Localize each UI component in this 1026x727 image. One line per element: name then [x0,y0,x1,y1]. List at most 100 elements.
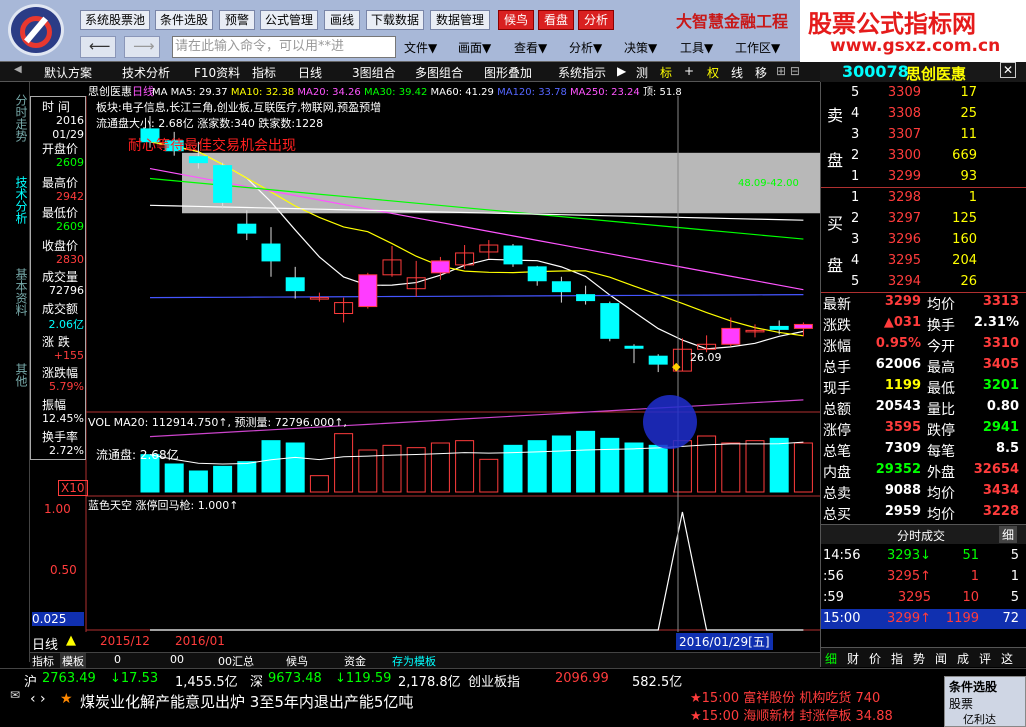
menu-view-screen[interactable]: 画面▼ [458,39,491,56]
news-nav-arrows[interactable]: ‹ › [30,691,46,707]
float-cap-text: 流通盘: 2.68亿 [96,448,179,462]
buy-row[interactable]: 1 3298 1 [821,190,1026,210]
tab-overlay[interactable]: 图形叠加 [484,64,532,81]
bottom-tab-0[interactable]: 指标 [32,653,54,669]
tab-left-arrow-icon[interactable]: ◀ [14,64,22,75]
tick-price: 3293↓ [887,548,931,563]
right-tab-6[interactable]: 成 [957,650,969,667]
right-tab-1[interactable]: 财 [847,650,859,667]
data-manage-button[interactable]: 数据管理 [430,10,490,30]
kline-chart[interactable] [0,82,820,657]
buy-row[interactable]: 2 3297 125 [821,211,1026,231]
formula-manage-button[interactable]: 公式管理 [260,10,318,30]
watermark-title: 股票公式指标网 [808,10,976,38]
analysis-button[interactable]: 分析 [578,10,614,30]
bottom-tab-1[interactable]: 模板 [60,653,86,669]
date-label-2: 2016/01 [175,634,225,648]
download-data-button[interactable]: 下载数据 [366,10,424,30]
bottom-tab-6[interactable]: 资金 [344,653,366,669]
forward-button[interactable]: ⟶ [124,36,160,58]
menu-workspace[interactable]: 工作区▼ [735,39,780,56]
stock-header: 300078 思创医惠 ✕ [820,62,1026,83]
quote-key-2: 今开 [927,339,955,355]
right-tab-0[interactable]: 细 [825,650,837,667]
tab-3-charts[interactable]: 3图组合 [352,64,396,81]
right-tab-3[interactable]: 指 [891,650,903,667]
tab-indicator[interactable]: 指标 [252,64,276,81]
right-tab-2[interactable]: 价 [869,650,881,667]
tab-line[interactable]: 线 [731,64,743,81]
right-tab-8[interactable]: 这 [1001,650,1013,667]
bottom-tab-4[interactable]: 00汇总 [218,653,254,669]
alert-button[interactable]: 预警 [219,10,255,30]
sell-row[interactable]: 5 3309 17 [821,85,1026,105]
tick-volume: 51 [962,548,979,563]
volume-bar [648,444,668,493]
menu-decision[interactable]: 决策▼ [624,39,657,56]
tab-move[interactable]: 移 [755,64,767,81]
app-logo-icon[interactable] [8,4,64,56]
quote-row: 最新 3299 均价 3313 [821,294,1026,314]
tick-detail-button[interactable]: 细 [999,526,1018,543]
right-tab-5[interactable]: 闻 [935,650,947,667]
quote-row: 涨幅 0.95% 今开 3310 [821,336,1026,356]
migrant-bird-button[interactable]: 候鸟 [498,10,534,30]
volume: 93 [960,169,977,184]
sell-row[interactable]: 2 3300 669 [821,148,1026,168]
tab-multi-charts[interactable]: 多图组合 [415,64,463,81]
news-alert-2[interactable]: ★15:00 海顺新材 封涨停板 34.88 [690,705,893,724]
tab-mark[interactable]: 标 [660,64,672,81]
right-tab-4[interactable]: 势 [913,650,925,667]
bottom-tab-5[interactable]: 候鸟 [286,653,308,669]
bottom-tab-2[interactable]: 0 [114,653,121,666]
mail-icon[interactable]: ✉ [10,688,20,702]
tab-f10[interactable]: F10资料 [194,64,240,81]
tab-technical[interactable]: 技术分析 [122,64,170,81]
condition-select-panel[interactable]: 条件选股 股票 亿利达 [944,676,1026,727]
close-icon[interactable]: ✕ [1000,62,1016,78]
sell-row[interactable]: 3 3307 11 [821,127,1026,147]
draw-line-button[interactable]: 画线 [324,10,360,30]
quote-key-2: 换手 [927,318,955,334]
menu-tools[interactable]: 工具▼ [680,39,713,56]
tab-rights[interactable]: 权 [707,64,719,81]
tick-time: 14:56 [823,548,861,563]
tab-system-indicator[interactable]: 系统指示 [558,64,606,81]
tick-count: 5 [1010,548,1019,563]
right-tab-7[interactable]: 评 [979,650,991,667]
candle-body [430,260,450,274]
watch-market-button[interactable]: 看盘 [538,10,574,30]
bottom-tab-7[interactable]: 存为模板 [392,653,436,669]
quote-value: 2959 [884,504,921,519]
sell-row[interactable]: 4 3308 25 [821,106,1026,126]
level: 2 [851,211,860,226]
menu-analysis[interactable]: 分析▼ [569,39,602,56]
candle-body [551,281,571,293]
buy-row[interactable]: 5 3294 26 [821,274,1026,294]
tab-crosshair[interactable]: + [684,64,694,78]
tab-right-arrow-icon[interactable]: ▶ [617,64,626,78]
tab-daily[interactable]: 日线 [298,64,322,81]
command-input[interactable]: 请在此输入命令，可以用**进 [172,36,396,58]
sell-row[interactable]: 1 3299 93 [821,169,1026,189]
bottom-tab-3[interactable]: 00 [170,653,184,666]
layout-icons[interactable]: ⊞ ⊟ [776,64,800,78]
menu-file[interactable]: 文件▼ [404,39,437,56]
buy-row[interactable]: 3 3296 160 [821,232,1026,252]
sh-index: 2763.49 [42,671,96,686]
news-alert-1[interactable]: ★15:00 富祥股份 机构吃货 740 [690,687,880,706]
buy-row[interactable]: 4 3295 204 [821,253,1026,273]
menu-view[interactable]: 查看▼ [514,39,547,56]
news-headline[interactable]: 煤炭业化解产能意见出炉 3至5年内退出产能5亿吨 [80,691,413,712]
info-label: 涨 跌 [42,335,70,349]
quote-value-2: 2.31% [973,315,1019,330]
price: 3307 [887,127,921,142]
level: 1 [851,190,860,205]
tab-test[interactable]: 测 [636,64,648,81]
back-button[interactable]: ⟵ [80,36,116,58]
stock-pool-button[interactable]: 系统股票池 [80,10,150,30]
candle-body [188,156,208,164]
condition-select-button[interactable]: 条件选股 [155,10,213,30]
tab-default-scheme[interactable]: 默认方案 [44,64,92,81]
news-star-icon: ★ [60,691,73,707]
